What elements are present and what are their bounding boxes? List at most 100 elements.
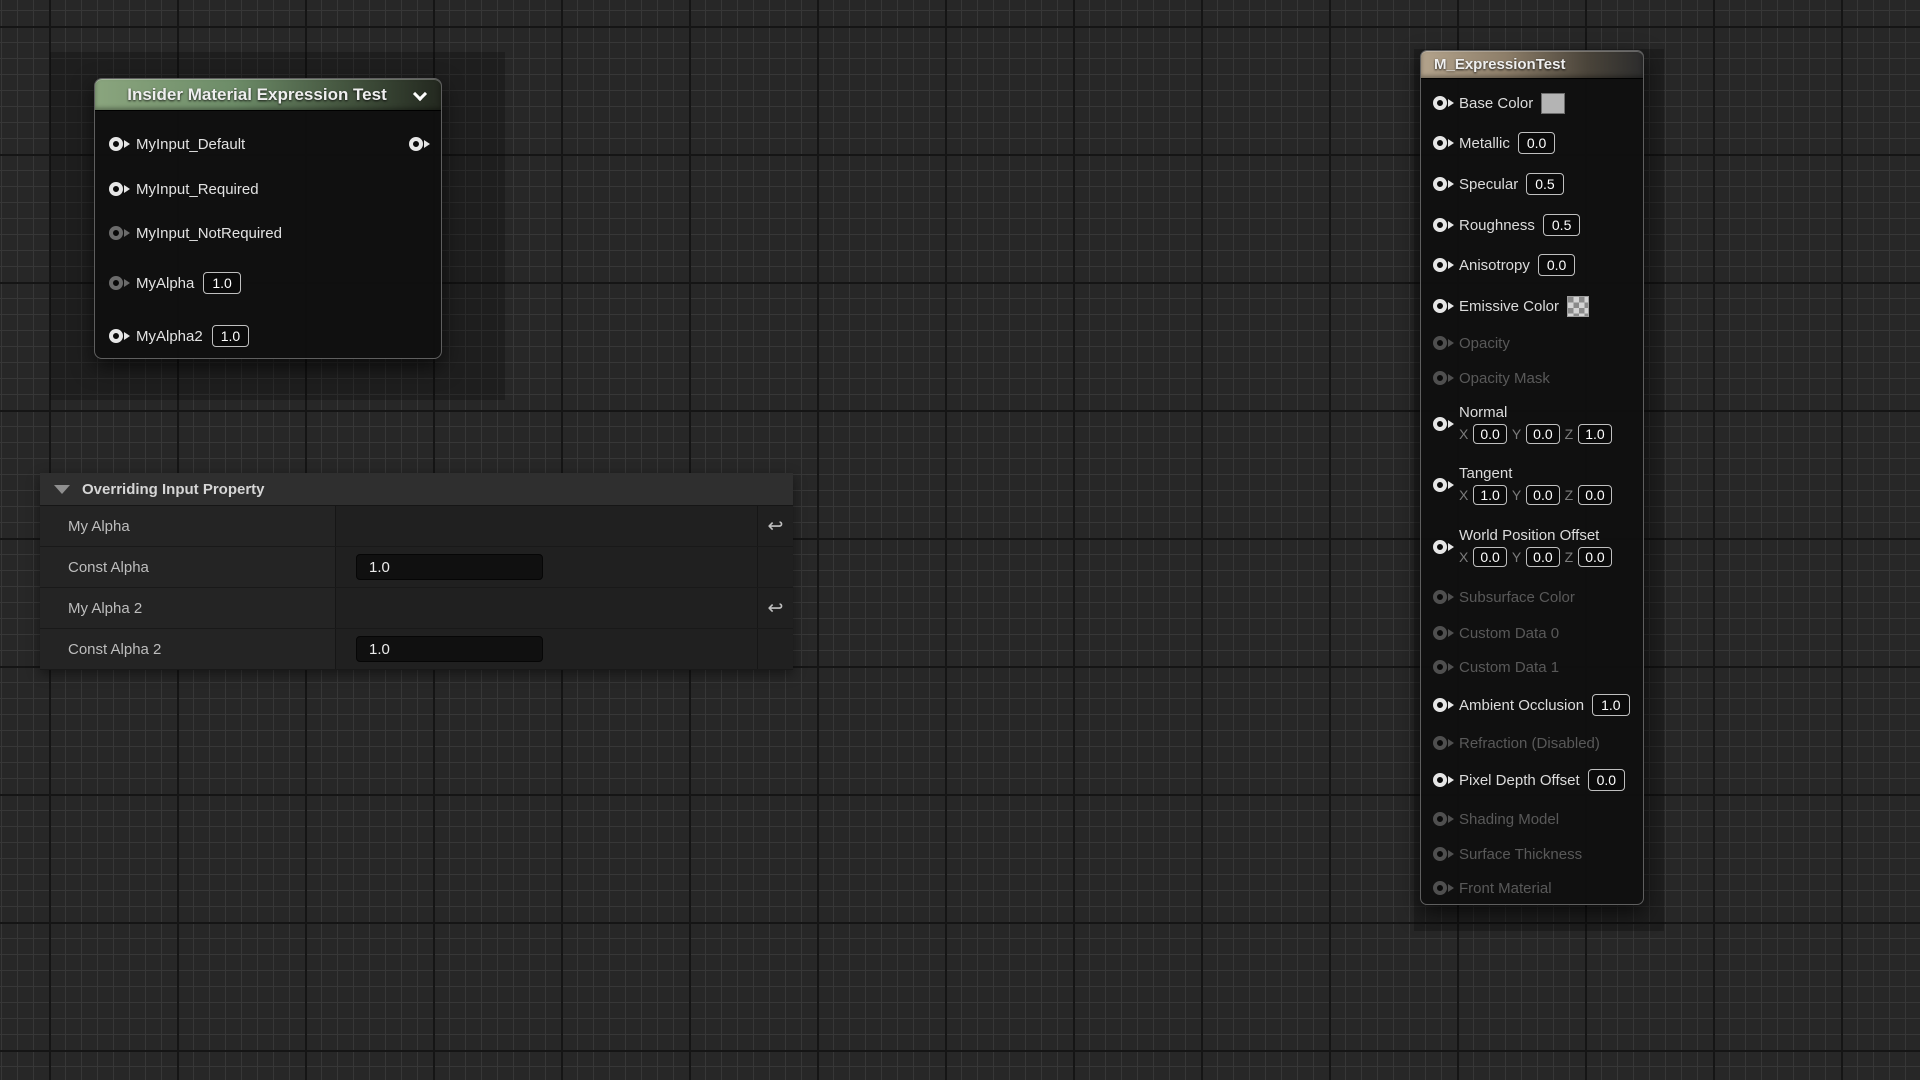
pin-row-ambient-occlusion[interactable]: Ambient Occlusion 1.0 — [1433, 691, 1637, 719]
const-alpha-2-input[interactable] — [356, 636, 543, 662]
pin-row-opacity[interactable]: Opacity — [1433, 329, 1637, 357]
pin-row-world-position-offset[interactable]: World Position Offset X 0.0 Y 0.0 Z 0.0 — [1433, 524, 1637, 570]
pin-row-anisotropy[interactable]: Anisotropy 0.0 — [1433, 251, 1637, 279]
pin-row-subsurface-color[interactable]: Subsurface Color — [1433, 583, 1637, 611]
vector-y-value[interactable]: 0.0 — [1526, 424, 1559, 444]
pin-row-base-color[interactable]: Base Color — [1433, 89, 1637, 117]
input-pin-icon[interactable] — [109, 180, 127, 198]
vector-x-value[interactable]: 1.0 — [1473, 485, 1506, 505]
pin-row-emissive-color[interactable]: Emissive Color — [1433, 292, 1637, 320]
input-pin-icon[interactable] — [1433, 476, 1451, 494]
vector-z-value[interactable]: 0.0 — [1578, 485, 1611, 505]
input-pin-icon[interactable] — [1433, 369, 1451, 387]
property-value-cell[interactable] — [336, 506, 758, 546]
const-alpha-input[interactable] — [356, 554, 543, 580]
pin-label: Front Material — [1459, 880, 1552, 897]
pin-label: MyAlpha2 — [136, 328, 203, 345]
details-category-header[interactable]: Overriding Input Property — [40, 473, 793, 506]
pin-row-myinput-required[interactable]: MyInput_Required — [109, 174, 429, 204]
axis-x-label: X — [1459, 426, 1468, 442]
pin-default-value[interactable]: 0.5 — [1543, 214, 1580, 236]
pin-row-specular[interactable]: Specular 0.5 — [1433, 170, 1637, 198]
pin-default-value[interactable]: 0.0 — [1518, 132, 1555, 154]
vector-x-value[interactable]: 0.0 — [1473, 547, 1506, 567]
axis-x-label: X — [1459, 549, 1468, 565]
vector-z-value[interactable]: 1.0 — [1578, 424, 1611, 444]
property-label: Const Alpha — [40, 547, 336, 587]
pin-row-metallic[interactable]: Metallic 0.0 — [1433, 129, 1637, 157]
vector-y-value[interactable]: 0.0 — [1526, 547, 1559, 567]
pin-row-myinput-notrequired[interactable]: MyInput_NotRequired — [109, 218, 429, 248]
input-pin-icon[interactable] — [1433, 588, 1451, 606]
input-pin-icon[interactable] — [1433, 334, 1451, 352]
input-pin-icon[interactable] — [1433, 175, 1451, 193]
pin-label: Pixel Depth Offset — [1459, 772, 1580, 789]
expand-triangle-icon[interactable] — [54, 485, 70, 494]
pin-row-shading-model[interactable]: Shading Model — [1433, 805, 1637, 833]
pin-default-value[interactable]: 0.5 — [1526, 173, 1563, 195]
input-pin-icon[interactable] — [1433, 624, 1451, 642]
input-pin-icon[interactable] — [1433, 810, 1451, 828]
input-pin-icon[interactable] — [109, 224, 127, 242]
pin-default-value[interactable]: 1.0 — [212, 325, 249, 347]
function-node-header[interactable]: Insider Material Expression Test — [95, 79, 441, 111]
input-pin-icon[interactable] — [109, 135, 127, 153]
input-pin-icon[interactable] — [1433, 134, 1451, 152]
pin-row-surface-thickness[interactable]: Surface Thickness — [1433, 840, 1637, 868]
revert-arrow-icon[interactable]: ↩ — [768, 517, 784, 536]
pin-row-front-material[interactable]: Front Material — [1433, 874, 1637, 902]
pin-row-normal[interactable]: Normal X 0.0 Y 0.0 Z 1.0 — [1433, 401, 1637, 447]
pin-label: Roughness — [1459, 217, 1535, 234]
input-pin-icon[interactable] — [1433, 256, 1451, 274]
pin-label: Metallic — [1459, 135, 1510, 152]
input-pin-icon[interactable] — [1433, 771, 1451, 789]
pin-row-pixel-depth-offset[interactable]: Pixel Depth Offset 0.0 — [1433, 766, 1637, 794]
reset-cell[interactable]: ↩ — [758, 588, 793, 628]
pin-row-refraction[interactable]: Refraction (Disabled) — [1433, 729, 1637, 757]
pin-row-myinput-default[interactable]: MyInput_Default — [109, 129, 429, 159]
pin-default-value[interactable]: 1.0 — [203, 272, 240, 294]
input-pin-icon[interactable] — [1433, 734, 1451, 752]
input-pin-icon[interactable] — [1433, 297, 1451, 315]
material-graph-canvas[interactable]: Insider Material Expression Test MyInput… — [0, 0, 1920, 1080]
pin-label: MyInput_Default — [136, 136, 245, 153]
output-pin-icon[interactable] — [409, 135, 427, 153]
input-pin-icon[interactable] — [1433, 879, 1451, 897]
pin-row-opacity-mask[interactable]: Opacity Mask — [1433, 364, 1637, 392]
pin-row-tangent[interactable]: Tangent X 1.0 Y 0.0 Z 0.0 — [1433, 462, 1637, 508]
color-swatch[interactable] — [1541, 93, 1565, 114]
input-pin-icon[interactable] — [1433, 94, 1451, 112]
pin-default-value[interactable]: 0.0 — [1538, 254, 1575, 276]
property-value-cell[interactable] — [336, 588, 758, 628]
vector-x-value[interactable]: 0.0 — [1473, 424, 1506, 444]
pin-row-roughness[interactable]: Roughness 0.5 — [1433, 211, 1637, 239]
input-pin-icon[interactable] — [1433, 538, 1451, 556]
input-pin-icon[interactable] — [1433, 696, 1451, 714]
chevron-down-icon[interactable] — [413, 87, 427, 101]
reset-cell — [758, 547, 793, 587]
revert-arrow-icon[interactable]: ↩ — [768, 599, 784, 618]
material-function-node[interactable]: Insider Material Expression Test MyInput… — [94, 78, 442, 359]
reset-cell[interactable]: ↩ — [758, 506, 793, 546]
pin-label: MyInput_NotRequired — [136, 225, 282, 242]
pin-row-myalpha[interactable]: MyAlpha 1.0 — [109, 268, 429, 298]
input-pin-icon[interactable] — [109, 274, 127, 292]
material-result-node[interactable]: M_ExpressionTest Base Color Metallic 0.0… — [1420, 50, 1644, 905]
pin-label: Ambient Occlusion — [1459, 697, 1584, 714]
pin-default-value[interactable]: 1.0 — [1592, 694, 1629, 716]
pin-row-custom-data-1[interactable]: Custom Data 1 — [1433, 653, 1637, 681]
input-pin-icon[interactable] — [109, 327, 127, 345]
pin-default-value[interactable]: 0.0 — [1588, 769, 1625, 791]
vector-y-value[interactable]: 0.0 — [1526, 485, 1559, 505]
vector-z-value[interactable]: 0.0 — [1578, 547, 1611, 567]
input-pin-icon[interactable] — [1433, 216, 1451, 234]
input-pin-icon[interactable] — [1433, 658, 1451, 676]
pin-row-custom-data-0[interactable]: Custom Data 0 — [1433, 619, 1637, 647]
pin-row-myalpha2[interactable]: MyAlpha2 1.0 — [109, 321, 429, 351]
pin-label: Specular — [1459, 176, 1518, 193]
result-node-header[interactable]: M_ExpressionTest — [1421, 51, 1643, 79]
input-pin-icon[interactable] — [1433, 845, 1451, 863]
input-pin-icon[interactable] — [1433, 415, 1451, 433]
details-row-my-alpha: My Alpha ↩ — [40, 506, 793, 547]
checker-color-swatch[interactable] — [1567, 296, 1589, 317]
